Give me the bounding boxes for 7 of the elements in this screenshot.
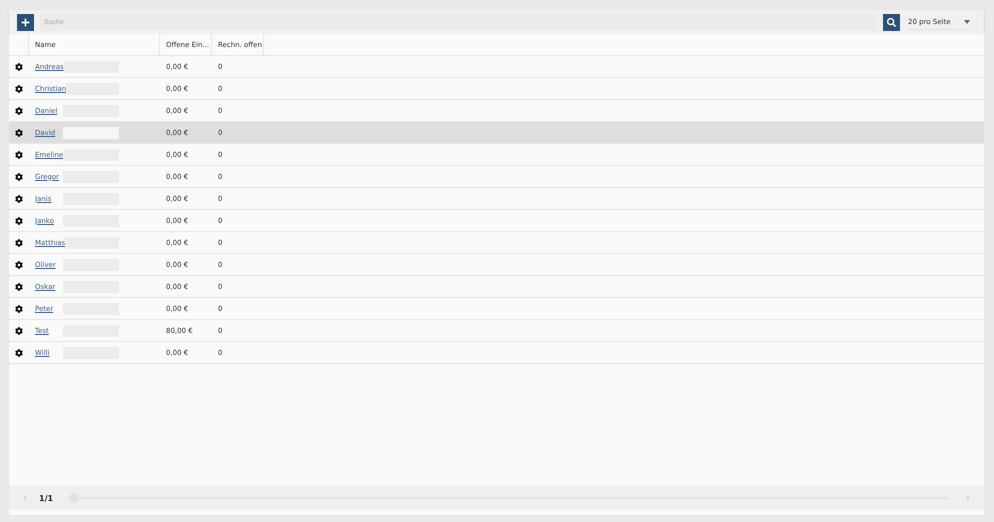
plus-icon [21,18,30,26]
page-indicator: 1/1 [39,494,54,502]
add-button[interactable] [17,14,34,30]
search-icon [887,18,896,26]
redacted-bar [63,126,119,138]
search-button[interactable] [883,14,900,30]
caret-icon [964,20,970,24]
